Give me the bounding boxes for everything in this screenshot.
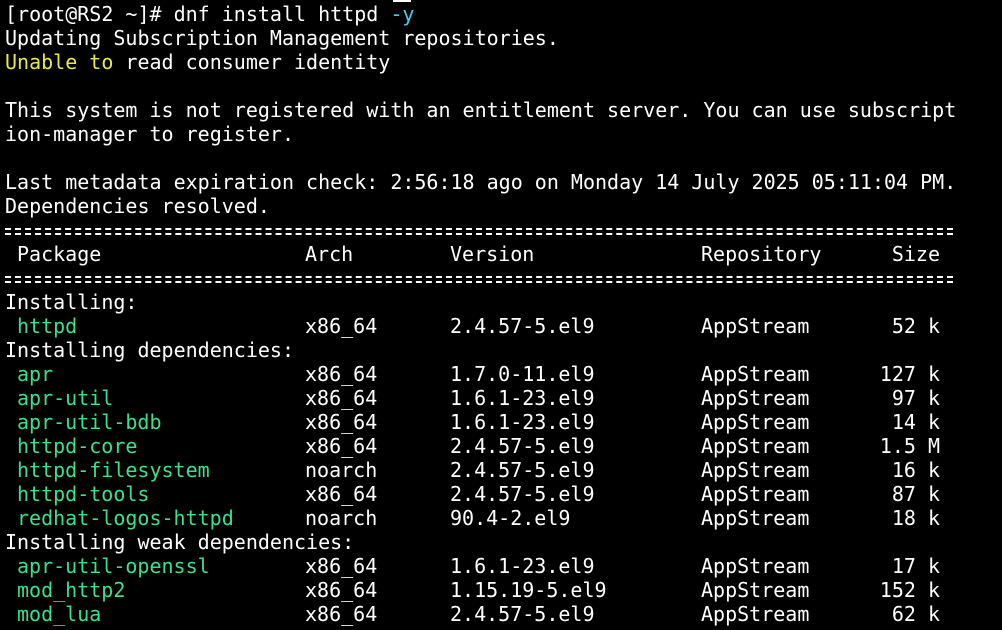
package-version: 1.6.1-23.el9 [450,386,595,410]
terminal-window[interactable]: [root@RS2 ~]# dnf install httpd -y Updat… [5,0,1002,626]
package-size: 16 k [891,458,940,482]
header-arch: Arch [305,242,354,266]
group-label: Installing: [5,290,138,314]
header-version: Version [450,242,535,266]
package-size: 18 k [891,506,940,530]
package-name: apr-util-openssl [17,554,210,578]
package-name: httpd-tools [17,482,150,506]
dependencies-resolved-message: Dependencies resolved. [5,194,270,218]
package-repository: AppStream [701,434,810,458]
package-arch: x86_64 [305,362,378,386]
package-table: Installing: httpd x86_64 2.4.57-5.el9 AppStr… [5,290,1002,626]
package-repository: AppStream [701,458,810,482]
table-row: apr-util-openssl x86_64 1.6.1-23.el9 AppStr… [5,554,1002,578]
command-line: [root@RS2 ~]# dnf install httpd -y [5,2,1002,26]
table-row: httpd x86_64 2.4.57-5.el9 AppStream 52 k [5,314,1002,338]
package-repository: AppStream [701,482,810,506]
table-row: apr x86_64 1.7.0-11.el9 AppStream 127 k [5,362,1002,386]
unable-rest: read consumer identity [113,50,391,74]
package-name: httpd-core [17,434,138,458]
package-size: 127 k [879,362,940,386]
table-row: redhat-logos-httpd noarch 90.4-2.el9 AppStr… [5,506,1002,530]
package-size: 62 k [891,602,940,626]
package-name: mod_lua [17,602,102,626]
package-repository: AppStream [701,602,810,626]
package-name: mod_http2 [17,578,126,602]
package-repository: AppStream [701,554,810,578]
package-arch: noarch [305,506,378,530]
table-row: httpd-tools x86_64 2.4.57-5.el9 AppStream 87… [5,482,1002,506]
package-repository: AppStream [701,410,810,434]
unable-keyword: Unable [5,50,78,74]
group-label: Installing dependencies: [5,338,294,362]
table-row: apr-util x86_64 1.6.1-23.el9 AppStream 97 k [5,386,1002,410]
package-version: 2.4.57-5.el9 [450,482,595,506]
shell-prompt: [root@RS2 ~]# [5,2,162,26]
package-arch: x86_64 [305,482,378,506]
table-header: Package Arch Version Repository Size [5,242,1002,266]
header-size: Size [891,242,940,266]
package-name: httpd [17,314,78,338]
package-repository: AppStream [701,314,810,338]
package-arch: x86_64 [305,314,378,338]
command-text: dnf install httpd [161,2,379,26]
unable-message: Unable to read consumer identity [5,50,1002,74]
package-size: 97 k [891,386,940,410]
package-repository: AppStream [701,506,810,530]
package-version: 90.4-2.el9 [450,506,571,530]
table-row: mod_lua x86_64 2.4.57-5.el9 AppStream 62 k [5,602,1002,626]
table-row: httpd-filesystem noarch 2.4.57-5.el9 AppStr… [5,458,1002,482]
table-separator [5,218,953,242]
table-separator [5,266,953,290]
table-row: mod_http2 x86_64 1.15.19-5.el9 AppStream 152… [5,578,1002,602]
package-name: redhat-logos-httpd [17,506,234,530]
package-arch: x86_64 [305,410,378,434]
package-version: 1.6.1-23.el9 [450,554,595,578]
package-arch: x86_64 [305,554,378,578]
package-version: 1.15.19-5.el9 [450,578,607,602]
package-arch: x86_64 [305,434,378,458]
package-arch: x86_64 [305,578,378,602]
package-name: httpd-filesystem [17,458,210,482]
not-registered-line-1: This system is not registered with an en… [5,98,957,122]
package-repository: AppStream [701,386,810,410]
updating-message: Updating Subscription Management reposit… [5,26,559,50]
package-version: 2.4.57-5.el9 [450,434,595,458]
package-version: 2.4.57-5.el9 [450,602,595,626]
package-repository: AppStream [701,362,810,386]
metadata-message: Last metadata expiration check: 2:56:18 … [5,170,957,194]
group-label: Installing weak dependencies: [5,530,355,554]
package-size: 52 k [891,314,940,338]
package-repository: AppStream [701,578,810,602]
package-name: apr-util [17,386,114,410]
table-row: httpd-core x86_64 2.4.57-5.el9 AppStream 1.5… [5,434,1002,458]
package-size: 87 k [891,482,940,506]
package-version: 2.4.57-5.el9 [450,314,595,338]
package-name: apr-util-bdb [17,410,162,434]
package-version: 1.7.0-11.el9 [450,362,595,386]
command-flag: -y [378,2,415,26]
table-row: apr-util-bdb x86_64 1.6.1-23.el9 AppStream 1… [5,410,1002,434]
package-arch: noarch [305,458,378,482]
package-version: 2.4.57-5.el9 [450,458,595,482]
not-registered-line-2: ion-manager to register. [5,122,294,146]
package-arch: x86_64 [305,386,378,410]
package-size: 17 k [891,554,940,578]
package-version: 1.6.1-23.el9 [450,410,595,434]
header-package: Package [17,242,102,266]
header-repository: Repository [701,242,822,266]
package-size: 1.5 M [879,434,940,458]
package-size: 14 k [891,410,940,434]
package-size: 152 k [879,578,940,602]
package-name: apr [17,362,54,386]
package-arch: x86_64 [305,602,378,626]
to-keyword: to [77,50,114,74]
